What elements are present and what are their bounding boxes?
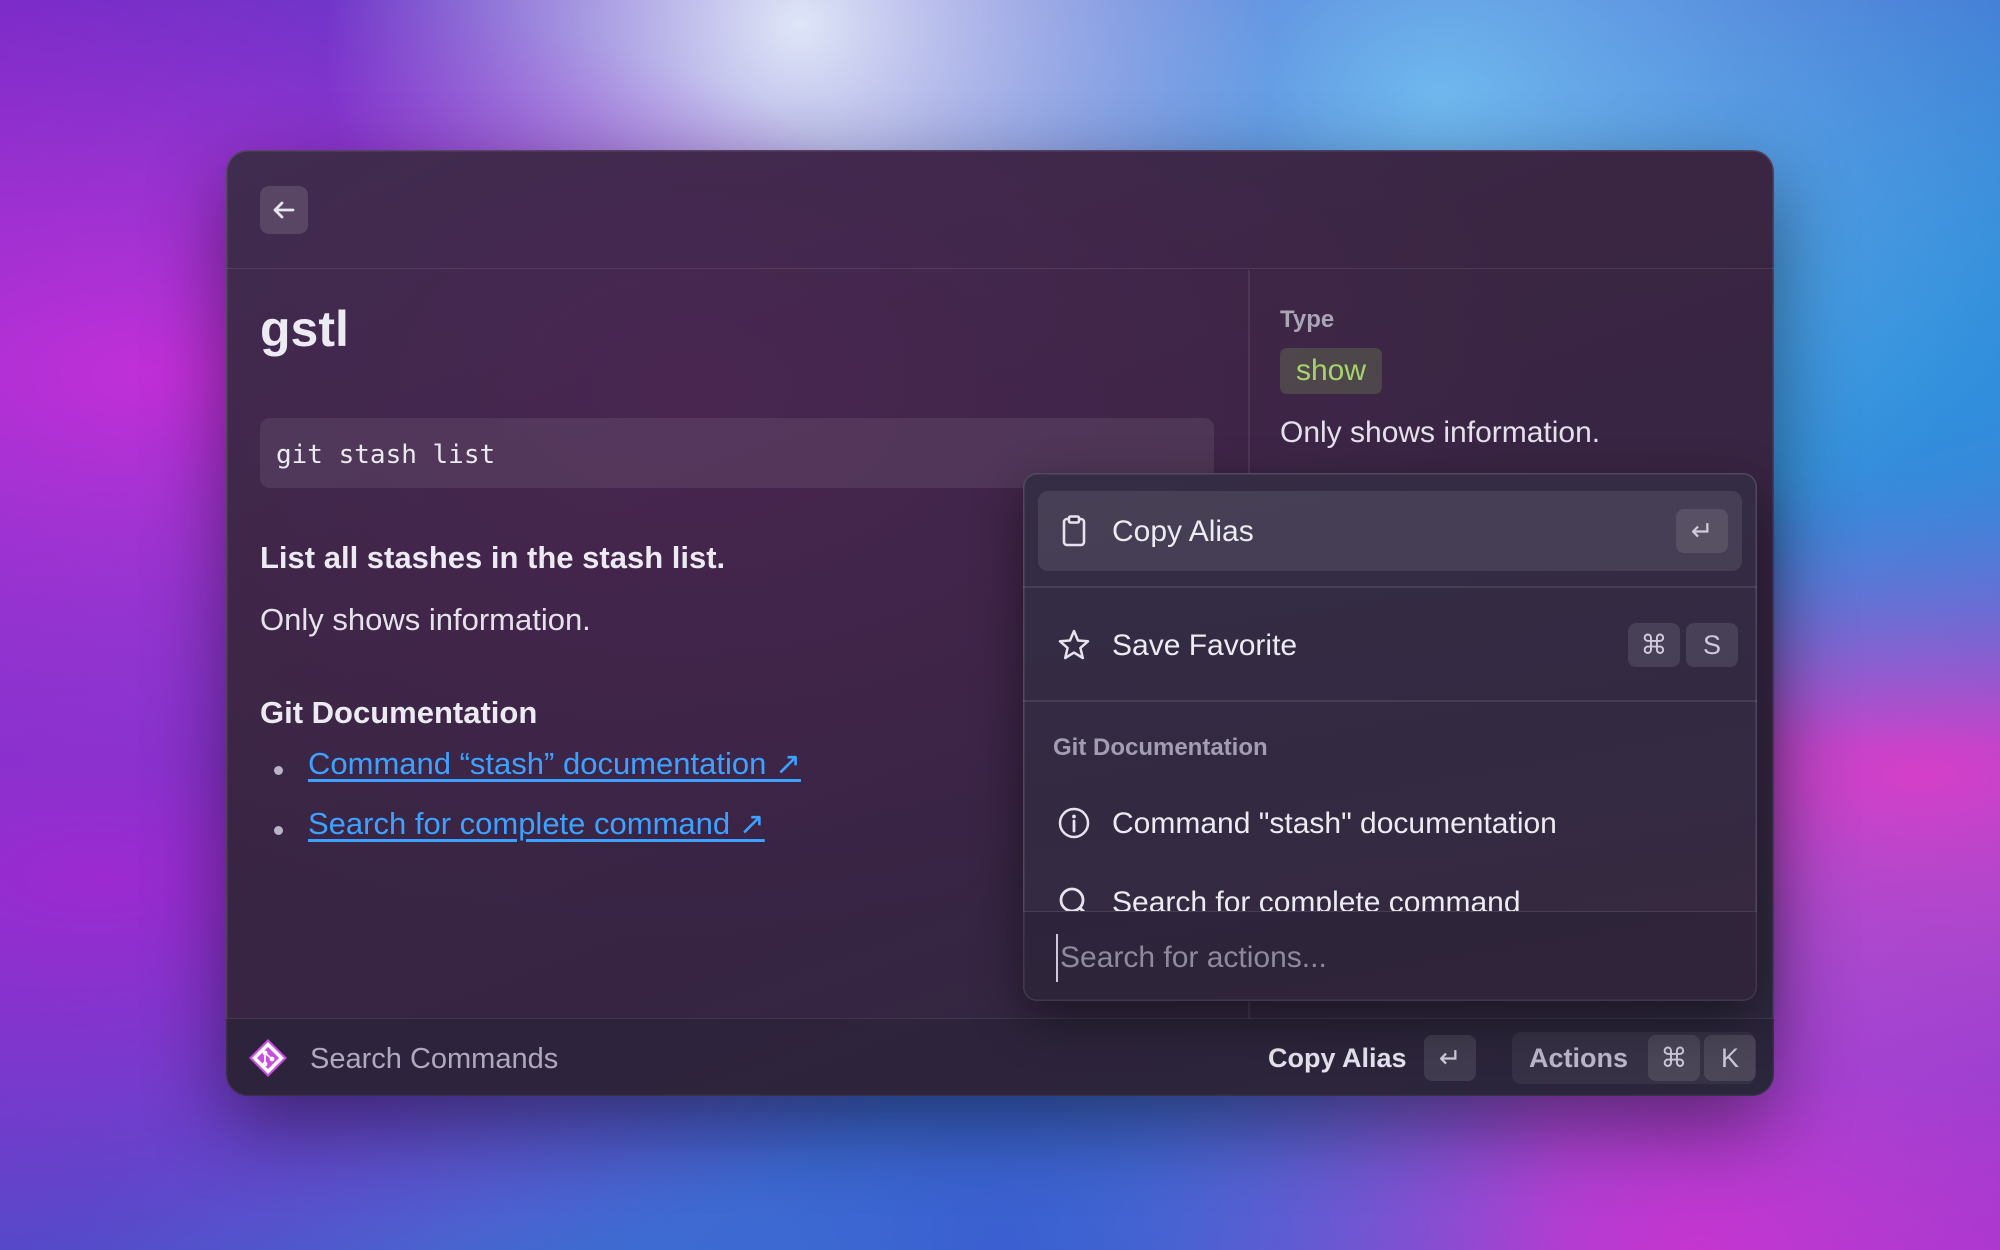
page-title: gstl — [260, 301, 349, 357]
top-bar — [226, 150, 1774, 269]
command-key-hint: ⌘ — [1648, 1035, 1700, 1081]
desktop-background: { "window": { "back_icon": "arrow-left-i… — [0, 0, 2000, 1250]
action-label: Copy Alias — [1112, 515, 1254, 548]
k-key-hint: K — [1704, 1035, 1756, 1081]
action-label: Command "stash" documentation — [1112, 807, 1557, 840]
list-item: Command “stash” documentation ↗ — [274, 746, 801, 806]
stash-docs-action[interactable]: Command "stash" documentation — [1038, 783, 1742, 863]
divider — [1023, 700, 1757, 702]
divider — [1023, 586, 1757, 588]
enter-key-hint: ↵ — [1676, 509, 1728, 553]
action-label: Save Favorite — [1112, 629, 1298, 662]
actions-search-bar — [1023, 911, 1757, 1001]
actions-panel: Copy Alias ↵ Save Favorite ⌘ S Git Docum… — [1023, 473, 1757, 1001]
command-key-hint: ⌘ — [1628, 623, 1680, 667]
action-label: Search for complete command — [1112, 886, 1521, 911]
s-key-hint: S — [1686, 623, 1738, 667]
actions-list: Copy Alias ↵ Save Favorite ⌘ S Git Docum… — [1023, 473, 1757, 911]
save-favorite-action[interactable]: Save Favorite ⌘ S — [1038, 605, 1742, 685]
arrow-left-icon — [273, 201, 295, 219]
info-text: Only shows information. — [260, 602, 591, 637]
type-tag: show — [1280, 348, 1383, 394]
actions-label: Actions — [1529, 1043, 1629, 1073]
clipboard-icon — [1062, 515, 1086, 547]
footer-bar: Search Commands Copy Alias ↵ Actions ⌘ K — [226, 1018, 1774, 1096]
primary-action-button[interactable]: Copy Alias — [1268, 1043, 1407, 1074]
docs-heading: Git Documentation — [260, 695, 538, 730]
stash-docs-link[interactable]: Command “stash” documentation ↗ — [308, 746, 801, 781]
type-label: Type — [1280, 306, 1335, 333]
back-button[interactable] — [260, 186, 308, 234]
search-command-action[interactable]: Search for complete command — [1038, 862, 1742, 911]
search-command-link[interactable]: Search for complete command ↗ — [308, 806, 765, 841]
git-logo-icon — [249, 1039, 287, 1077]
search-commands-label[interactable]: Search Commands — [310, 1043, 558, 1076]
command-text: git stash list — [276, 440, 496, 470]
docs-link-list: Command “stash” documentation ↗ Search f… — [274, 746, 801, 866]
copy-alias-action[interactable]: Copy Alias ↵ — [1038, 491, 1742, 571]
star-icon — [1058, 629, 1090, 660]
info-icon — [1058, 807, 1090, 839]
list-item: Search for complete command ↗ — [274, 806, 801, 866]
summary-text: List all stashes in the stash list. — [260, 540, 726, 575]
section-header: Git Documentation — [1053, 734, 1268, 761]
search-icon — [1059, 887, 1086, 911]
type-description: Only shows information. — [1280, 416, 1601, 449]
actions-search-input[interactable] — [1056, 934, 1702, 982]
enter-key-hint: ↵ — [1424, 1035, 1476, 1081]
